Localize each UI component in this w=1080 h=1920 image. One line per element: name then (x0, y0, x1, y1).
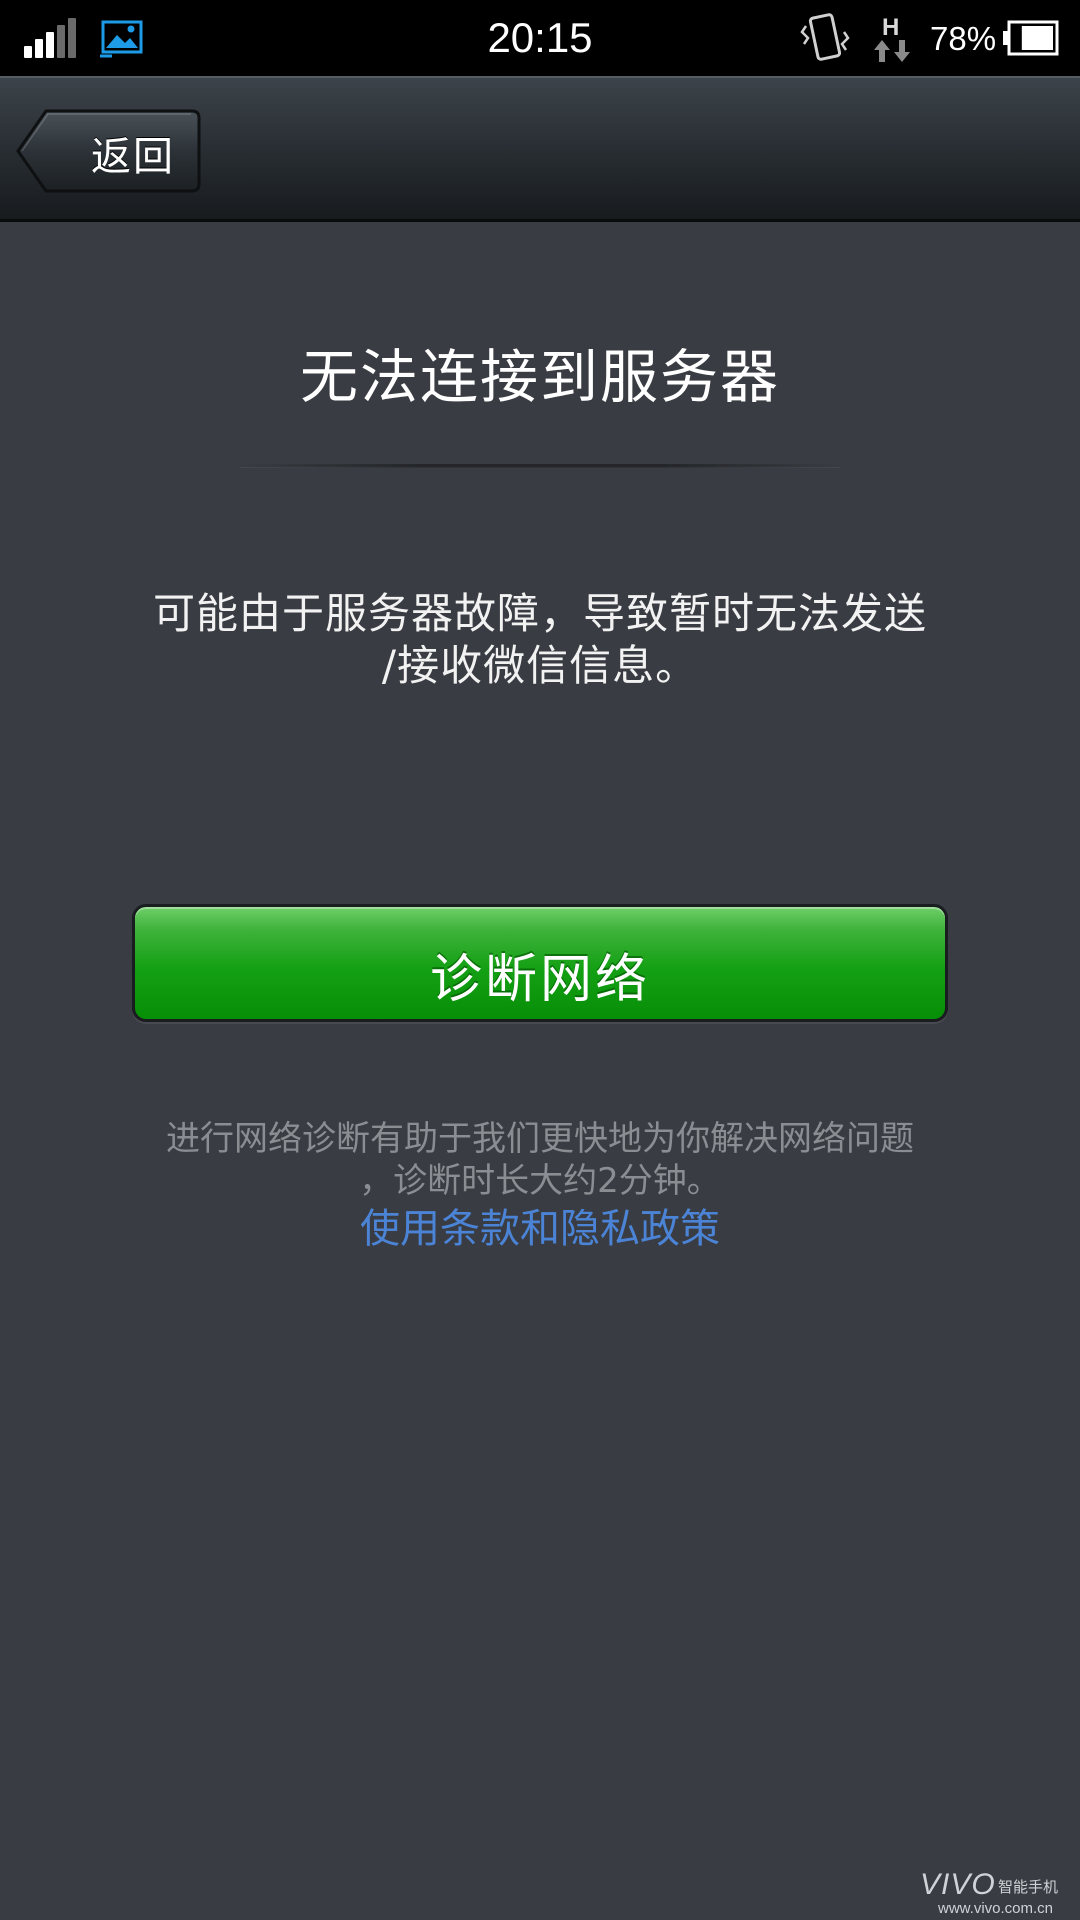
page-title: 无法连接到服务器 (299, 343, 780, 411)
diagnose-network-label: 诊断网络 (429, 950, 650, 1010)
status-bar: 20:15 H 78% (0, 0, 1080, 76)
watermark-tagline: 智能手机 (998, 1878, 1059, 1896)
diagnose-network-button[interactable]: 诊断网络 (132, 904, 948, 1022)
battery-icon (1003, 20, 1059, 56)
diagnose-hint: 进行网络诊断有助于我们更快地为你解决网络问题 ，诊断时长大约2分钟。 (120, 1076, 960, 1202)
clock: 20:15 (487, 14, 593, 61)
error-message: 可能由于服务器故障，导致暂时无法发送 /接收微信信息。 (120, 536, 960, 692)
back-button-label: 返回 (91, 134, 175, 180)
navigation-bar: 返回 (0, 76, 1080, 222)
vibrate-icon (800, 13, 850, 61)
hspa-data-icon: H (872, 14, 916, 64)
back-button[interactable]: 返回 (16, 108, 202, 194)
vivo-watermark: VIVO 智能手机 www.vivo.com.cn (920, 1868, 1070, 1917)
error-message-text: 可能由于服务器故障，导致暂时无法发送 /接收微信信息。 (152, 589, 927, 690)
divider (240, 464, 840, 468)
terms-privacy-link[interactable]: 使用条款和隐私政策 (0, 1196, 1080, 1254)
watermark-logo: VIVO (920, 1868, 996, 1901)
battery-percent: 78% (930, 20, 997, 57)
diagnose-hint-text: 进行网络诊断有助于我们更快地为你解决网络问题 ，诊断时长大约2分钟。 (166, 1119, 914, 1201)
watermark-url: www.vivo.com.cn (938, 1900, 1054, 1917)
